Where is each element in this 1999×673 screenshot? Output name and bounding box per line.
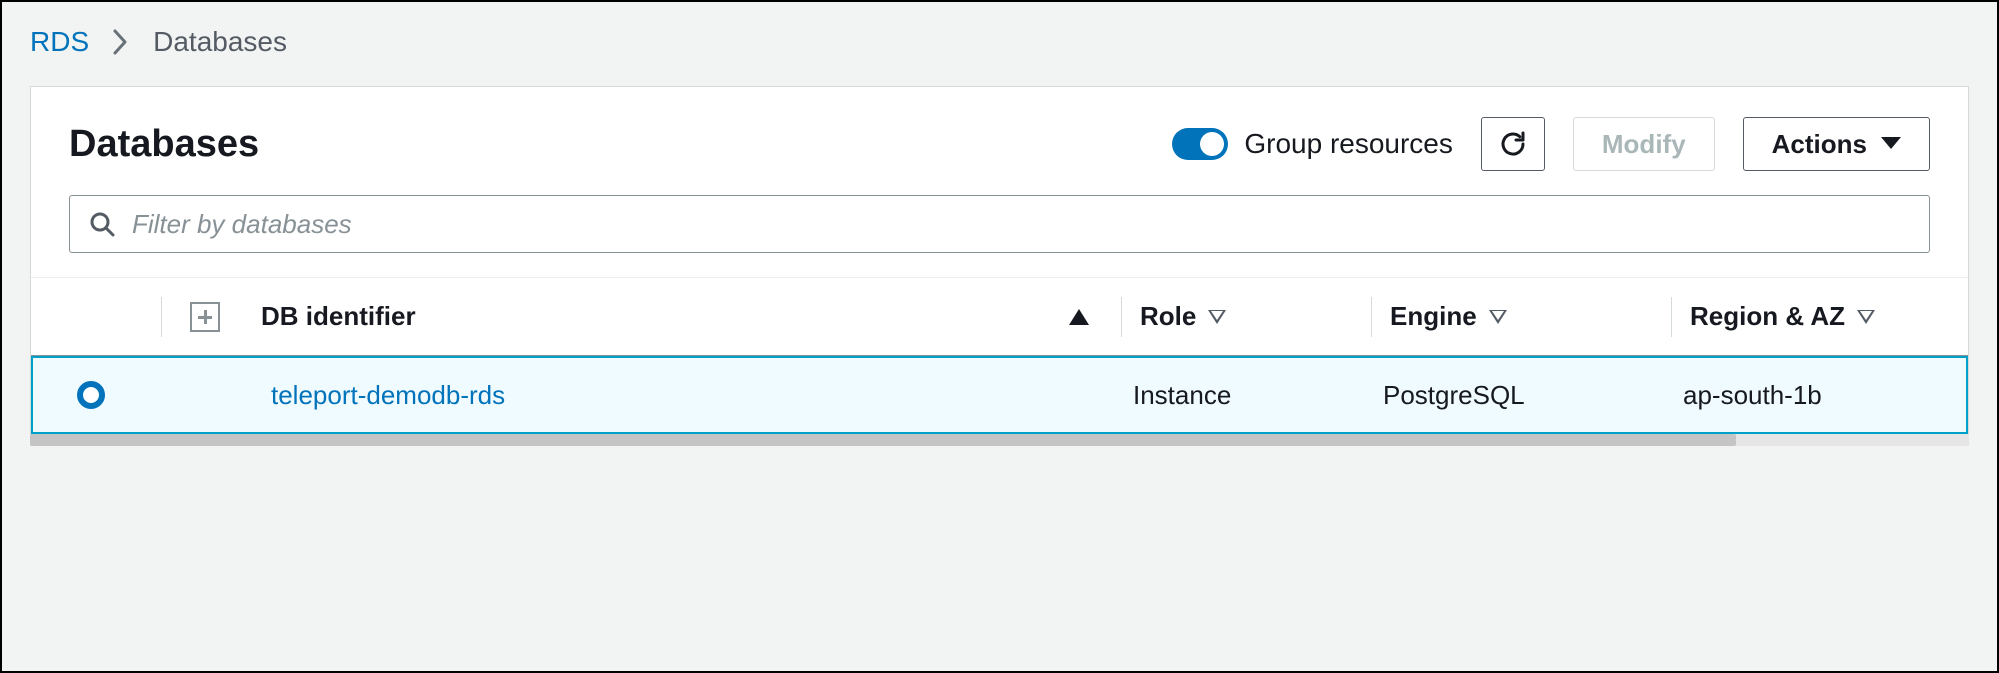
breadcrumb: RDS Databases <box>2 2 1997 86</box>
column-role[interactable]: Role <box>1121 297 1371 337</box>
breadcrumb-current: Databases <box>153 26 287 58</box>
filter-input[interactable] <box>132 209 1911 240</box>
column-db-identifier[interactable]: DB identifier <box>251 301 1121 332</box>
sort-icon <box>1208 310 1226 324</box>
column-engine-label: Engine <box>1390 301 1477 332</box>
sort-icon <box>1857 310 1875 324</box>
chevron-right-icon <box>113 29 129 55</box>
row-role-cell: Instance <box>1123 380 1373 411</box>
group-resources-control: Group resources <box>1172 128 1453 160</box>
column-expand <box>161 297 251 337</box>
modify-button: Modify <box>1573 117 1715 171</box>
sort-ascending-icon <box>1069 309 1089 325</box>
row-radio-selected[interactable] <box>77 381 105 409</box>
databases-table: DB identifier Role Engine Region & AZ <box>31 277 1968 434</box>
caret-down-icon <box>1881 137 1901 151</box>
filter-container <box>69 195 1930 253</box>
column-region-az[interactable]: Region & AZ <box>1671 297 1971 337</box>
row-select-cell <box>33 381 163 409</box>
db-identifier-link[interactable]: teleport-demodb-rds <box>263 380 505 411</box>
expand-all-icon[interactable] <box>190 302 220 332</box>
search-icon <box>88 210 116 238</box>
refresh-icon <box>1497 128 1529 160</box>
column-engine[interactable]: Engine <box>1371 297 1671 337</box>
table-row[interactable]: teleport-demodb-rds Instance PostgreSQL … <box>31 356 1968 434</box>
horizontal-scrollbar[interactable] <box>30 434 1969 446</box>
breadcrumb-service-link[interactable]: RDS <box>30 26 89 58</box>
row-db-identifier-cell: teleport-demodb-rds <box>253 380 1123 411</box>
column-region-az-label: Region & AZ <box>1690 301 1845 332</box>
actions-button[interactable]: Actions <box>1743 117 1930 171</box>
panel-header: Databases Group resources Modify Actions <box>31 87 1968 195</box>
refresh-button[interactable] <box>1481 117 1545 171</box>
databases-panel: Databases Group resources Modify Actions <box>30 86 1969 434</box>
column-db-identifier-label: DB identifier <box>261 301 416 332</box>
actions-button-label: Actions <box>1772 129 1867 160</box>
table-header-row: DB identifier Role Engine Region & AZ <box>31 278 1968 356</box>
page-title: Databases <box>69 123 1144 166</box>
column-role-label: Role <box>1140 301 1196 332</box>
row-engine-cell: PostgreSQL <box>1373 380 1673 411</box>
filter-region <box>31 195 1968 277</box>
sort-icon <box>1489 310 1507 324</box>
modify-button-label: Modify <box>1602 129 1686 160</box>
row-region-az-cell: ap-south-1b <box>1673 380 1973 411</box>
group-resources-toggle[interactable] <box>1172 128 1228 160</box>
group-resources-label: Group resources <box>1244 128 1453 160</box>
